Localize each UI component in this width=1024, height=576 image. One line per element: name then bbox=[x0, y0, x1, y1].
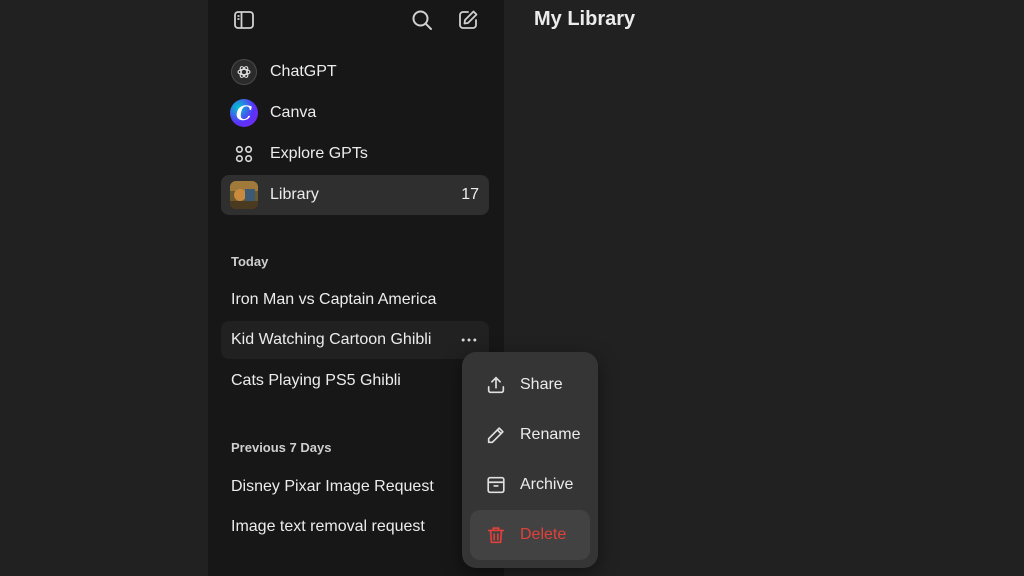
archive-menu-item[interactable]: Archive bbox=[470, 460, 590, 510]
chat-list-item[interactable]: Iron Man vs Captain America bbox=[221, 281, 489, 319]
library-count-badge: 17 bbox=[461, 186, 479, 203]
canva-logo-icon: C bbox=[230, 99, 258, 127]
sidebar-item-label: Explore GPTs bbox=[270, 145, 368, 162]
page-title: My Library bbox=[534, 8, 636, 30]
sidebar-item-canva[interactable]: C Canva bbox=[221, 93, 489, 133]
chat-list-item[interactable]: Kid Watching Cartoon Ghibli bbox=[221, 321, 489, 359]
new-chat-icon[interactable] bbox=[454, 6, 482, 34]
sidebar-item-explore-gpts[interactable]: Explore GPTs bbox=[221, 134, 489, 174]
chat-context-menu: Share Rename Archive Delete bbox=[462, 352, 598, 568]
delete-menu-item[interactable]: Delete bbox=[470, 510, 590, 560]
section-label-previous-7-days: Previous 7 Days bbox=[231, 440, 332, 455]
pencil-icon bbox=[484, 423, 508, 447]
sidebar-item-label: Canva bbox=[270, 104, 317, 121]
share-menu-item[interactable]: Share bbox=[470, 360, 590, 410]
sidebar-item-library[interactable]: Library 17 bbox=[221, 175, 489, 215]
library-thumbnail-icon bbox=[230, 181, 258, 209]
chat-list-item[interactable]: Image text removal request bbox=[221, 508, 489, 546]
share-upload-icon bbox=[484, 373, 508, 397]
chat-list-item[interactable]: Cats Playing PS5 Ghibli bbox=[221, 362, 489, 400]
trash-icon bbox=[484, 523, 508, 547]
sidebar: ChatGPT C Canva Explore GPTs Library 17 … bbox=[208, 0, 504, 576]
toggle-sidebar-icon[interactable] bbox=[230, 6, 258, 34]
sidebar-item-chatgpt[interactable]: ChatGPT bbox=[221, 52, 489, 92]
chatgpt-logo-icon bbox=[230, 58, 258, 86]
grid-dots-icon bbox=[230, 140, 258, 168]
archive-box-icon bbox=[484, 473, 508, 497]
more-options-icon[interactable] bbox=[455, 326, 483, 354]
search-icon[interactable] bbox=[408, 6, 436, 34]
rename-menu-item[interactable]: Rename bbox=[470, 410, 590, 460]
sidebar-item-label: ChatGPT bbox=[270, 63, 337, 80]
chat-list-item[interactable]: Disney Pixar Image Request bbox=[221, 468, 489, 506]
sidebar-item-label: Library bbox=[270, 186, 319, 203]
section-label-today: Today bbox=[231, 254, 269, 269]
